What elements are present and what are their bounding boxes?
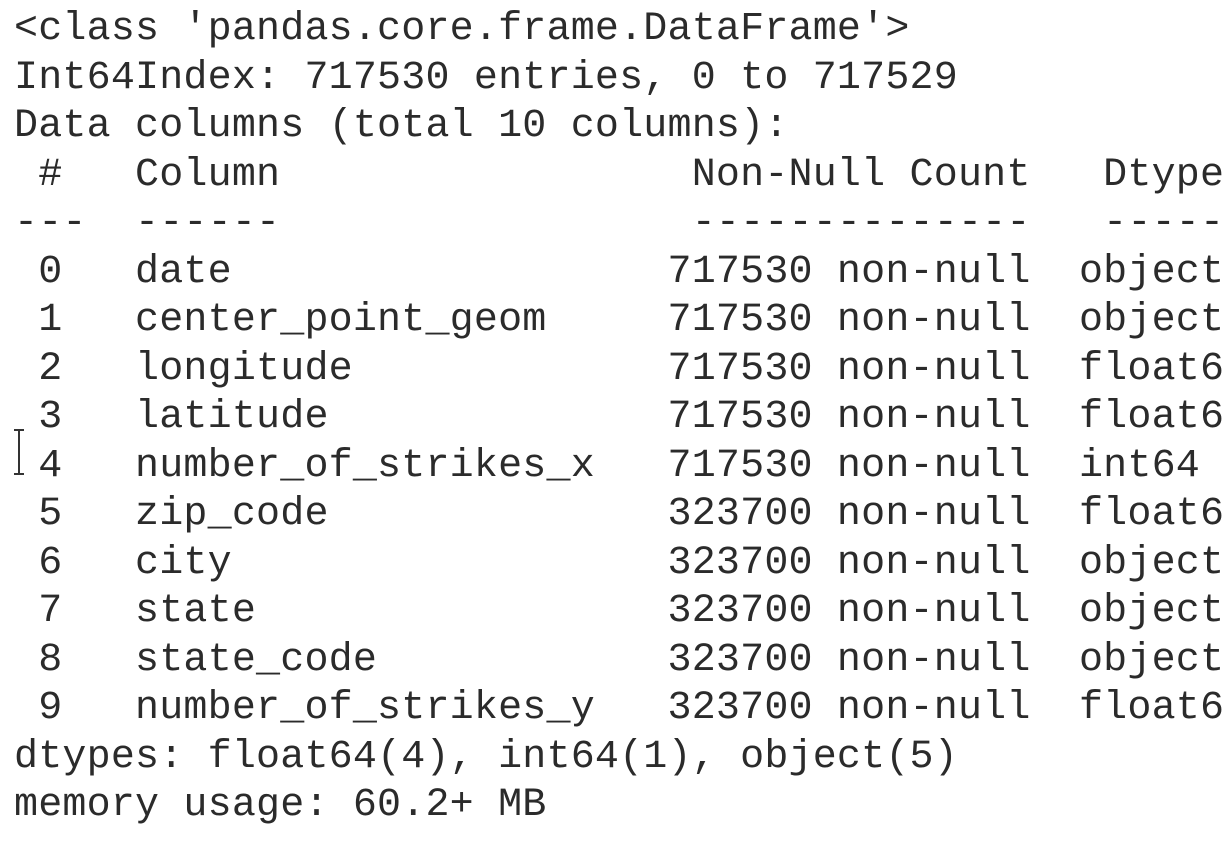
index-line: Int64Index: 717530 entries, 0 to 717529 [14,55,958,101]
table-row: 2 longitude 717530 non-null float64 [14,346,1226,392]
table-header-line: # Column Non-Null Count Dtype [14,152,1226,198]
table-row: 0 date 717530 non-null object [14,249,1226,295]
memory-usage-line: memory usage: 60.2+ MB [14,783,547,828]
table-row: 1 center_point_geom 717530 non-null obje… [14,298,1226,343]
table-row: 5 zip_code 323700 non-null float64 [14,492,1226,537]
table-row: 8 state_code 323700 non-null object [14,637,1226,683]
dtypes-line: dtypes: float64(4), int64(1), object(5) [14,734,958,780]
table-row: 9 number_of_strikes_y 323700 non-null fl… [14,686,1226,731]
columns-line: Data columns (total 10 columns): [14,104,789,149]
text-cursor-icon [14,429,24,475]
table-row: 7 state 323700 non-null object [14,589,1226,634]
table-row: 6 city 323700 non-null object [14,540,1226,586]
class-line: <class 'pandas.core.frame.DataFrame'> [14,7,910,52]
dataframe-info-output: <class 'pandas.core.frame.DataFrame'> Int… [14,6,1226,831]
table-separator-line: --- ------ -------------- ----- [14,201,1226,246]
table-row: 4 number_of_strikes_x 717530 non-null in… [14,443,1226,489]
table-row: 3 latitude 717530 non-null float64 [14,395,1226,440]
